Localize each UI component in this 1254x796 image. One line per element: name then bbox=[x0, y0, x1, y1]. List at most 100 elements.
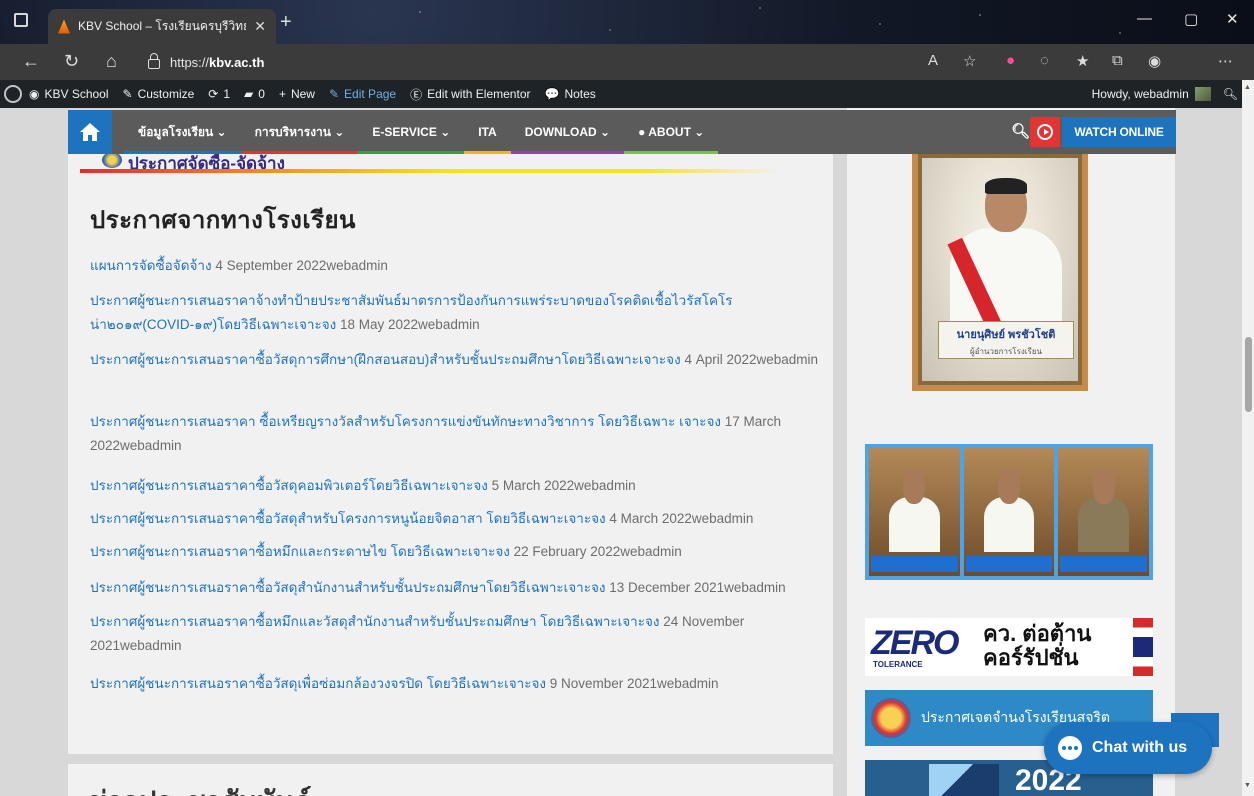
extension-icon[interactable]: ● bbox=[1006, 52, 1015, 69]
extension-2-icon[interactable]: ◌ bbox=[1040, 52, 1049, 69]
refresh-icon[interactable]: ↻ bbox=[64, 51, 79, 72]
collections-icon[interactable]: ⧉ bbox=[1112, 52, 1123, 69]
announcement-item: ประกาศผู้ชนะการเสนอราคาซื้อหมึกและกระดาษ… bbox=[90, 540, 825, 564]
minimize-icon[interactable]: — bbox=[1137, 10, 1152, 27]
announcement-link[interactable]: ประกาศผู้ชนะการเสนอราคาซื้อหมึกและกระดาษ… bbox=[90, 544, 510, 559]
chat-bubble-icon bbox=[1058, 736, 1082, 760]
wp-comments-count: 0 bbox=[258, 87, 265, 101]
page-scrollbar[interactable]: ▲ ▼ bbox=[1242, 80, 1254, 796]
site-favicon-icon bbox=[58, 19, 70, 34]
home-icon[interactable]: ⌂ bbox=[106, 51, 117, 72]
browser-titlebar: KBV School – โรงเรียนครบุรีวิทยา สำ... ✕… bbox=[0, 0, 1254, 44]
announcements-card: ประกาศจัดซื้อ-จัดจ้าง ประกาศจากทางโรงเรี… bbox=[68, 152, 833, 754]
nav-item-administration[interactable]: การบริหารงาน ⌄ bbox=[240, 110, 359, 154]
announcement-link[interactable]: ประกาศผู้ชนะการเสนอราคาซื้อวัสดุสำนักงาน… bbox=[90, 580, 606, 595]
deputy-photo bbox=[1058, 448, 1150, 576]
nav-item-download[interactable]: DOWNLOAD ⌄ bbox=[510, 110, 625, 154]
comment-icon: ▰ bbox=[244, 87, 254, 101]
director-nameplate: นายนุศิษย์ พรชัวโชติ ผู้อำนวยการโรงเรียน bbox=[938, 321, 1074, 359]
home-button[interactable] bbox=[68, 110, 112, 154]
wordpress-logo-icon[interactable] bbox=[4, 85, 22, 103]
close-window-icon[interactable]: ✕ bbox=[1226, 10, 1239, 28]
wp-admin-bar: ◉ KBV School ✎ Customize ⟳ 1 ▰ 0 + New ✎ Edit … bbox=[0, 80, 1242, 108]
announcement-item: ประกาศผู้ชนะการเสนอราคาซื้อวัสดุสำหรับโค… bbox=[90, 507, 825, 531]
announcement-link[interactable]: ประกาศผู้ชนะการเสนอราคาซื้อวัสดุการศึกษา… bbox=[90, 352, 681, 367]
announcement-meta: 4 March 2022webadmin bbox=[605, 511, 754, 526]
ita-logo-icon bbox=[929, 764, 999, 796]
announcement-meta: 13 December 2021webadmin bbox=[605, 580, 786, 595]
live-play-icon[interactable] bbox=[1030, 117, 1060, 147]
deputy-directors-image[interactable] bbox=[865, 444, 1153, 580]
watch-online-button[interactable]: WATCH ONLINE bbox=[1062, 117, 1176, 147]
thai-flag-icon bbox=[1133, 618, 1153, 676]
nav-item-school-info[interactable]: ข้อมูลโรงเรียน ⌄ bbox=[124, 110, 241, 154]
plus-icon: + bbox=[278, 87, 286, 101]
announcement-item: ประกาศผู้ชนะการเสนอราคาจ้างทำป้ายประชาสั… bbox=[90, 289, 825, 337]
close-tab-icon[interactable]: ✕ bbox=[254, 18, 266, 35]
anti-corruption-line-2: คอร์รัปชั่น bbox=[983, 645, 1079, 670]
zero-tolerance-text: TOLERANCE bbox=[873, 660, 923, 669]
nav-item-ita[interactable]: ITA bbox=[464, 110, 512, 154]
url-host: kbv.ac.th bbox=[209, 54, 265, 70]
wp-edit-page-label: Edit Page bbox=[344, 87, 397, 101]
wp-new[interactable]: + New bbox=[272, 87, 322, 101]
scrollbar-thumb[interactable] bbox=[1245, 337, 1252, 412]
pencil-icon: ✎ bbox=[328, 87, 340, 101]
announcement-link[interactable]: แผนการจัดซื้อจัดจ้าง bbox=[90, 258, 212, 273]
new-tab-icon[interactable]: + bbox=[280, 11, 292, 34]
announcement-item: ประกาศผู้ชนะการเสนอราคาซื้อวัสดุเพื่อซ่อ… bbox=[90, 672, 825, 696]
deputy-photo bbox=[963, 448, 1055, 576]
profile-avatar-icon[interactable]: ◉ bbox=[1148, 52, 1161, 70]
banner-stripe bbox=[80, 169, 780, 173]
announcement-link[interactable]: ประกาศผู้ชนะการเสนอราคาซื้อวัสดุสำหรับโค… bbox=[90, 511, 606, 526]
school-seal-icon bbox=[102, 152, 122, 168]
browser-tab[interactable]: KBV School – โรงเรียนครบุรีวิทยา สำ... ✕ bbox=[48, 9, 276, 44]
favorites-icon[interactable]: ★ bbox=[1076, 52, 1089, 70]
address-bar[interactable]: https://kbv.ac.th bbox=[148, 49, 788, 75]
announcement-link[interactable]: ประกาศผู้ชนะการเสนอราคา ซื้อเหรียญรางวัล… bbox=[90, 414, 721, 429]
sidebar: นายนุศิษย์ พรชัวโชติ ผู้อำนวยการโรงเรียน… bbox=[847, 108, 1175, 796]
wp-site-name[interactable]: ◉ KBV School bbox=[22, 87, 116, 101]
scroll-down-icon[interactable]: ▼ bbox=[1244, 782, 1251, 789]
announcement-link[interactable]: ประกาศผู้ชนะการเสนอราคาซื้อวัสดุเพื่อซ่อ… bbox=[90, 676, 546, 691]
announcement-item: ประกาศผู้ชนะการเสนอราคาซื้อหมึกและวัสดุส… bbox=[90, 610, 825, 658]
procurement-banner: ประกาศจัดซื้อ-จัดจ้าง bbox=[80, 152, 780, 174]
more-menu-icon[interactable]: ⋯ bbox=[1218, 52, 1233, 70]
user-avatar[interactable] bbox=[1194, 87, 1211, 101]
brush-icon: ✎ bbox=[122, 87, 133, 101]
wp-howdy[interactable]: Howdy, webadmin bbox=[1092, 87, 1189, 101]
wp-updates[interactable]: ⟳ 1 bbox=[201, 87, 237, 101]
announcement-link[interactable]: ประกาศผู้ชนะการเสนอราคาซื้อหมึกและวัสดุส… bbox=[90, 614, 659, 629]
tab-actions-icon[interactable] bbox=[14, 13, 28, 27]
zero-tolerance-banner[interactable]: ZERO TOLERANCE คว. ต่อต้าน คอร์รัปชั่น bbox=[865, 618, 1153, 676]
add-favorite-icon[interactable]: ☆ bbox=[963, 52, 976, 70]
wp-edit-page[interactable]: ✎ Edit Page bbox=[322, 87, 403, 101]
wp-notes[interactable]: 💬 Notes bbox=[538, 87, 603, 101]
wp-edit-elementor[interactable]: Ⓔ Edit with Elementor bbox=[403, 86, 537, 103]
nav-item-about[interactable]: ● ABOUT ⌄ bbox=[624, 110, 719, 154]
deputy-photo bbox=[869, 448, 960, 576]
main-navigation: ข้อมูลโรงเรียน ⌄ การบริหารงาน ⌄ E-SERVIC… bbox=[68, 110, 1176, 154]
scroll-up-icon[interactable]: ▲ bbox=[1244, 84, 1251, 91]
search-icon[interactable]: 🔍︎ bbox=[1011, 122, 1030, 140]
announcement-item: ประกาศผู้ชนะการเสนอราคาซื้อวัสดุการศึกษา… bbox=[90, 348, 825, 372]
announcement-item: ประกาศผู้ชนะการเสนอราคาซื้อวัสดุสำนักงาน… bbox=[90, 576, 825, 600]
director-name: นายนุศิษย์ พรชัวโชติ bbox=[956, 329, 1056, 341]
director-portrait[interactable]: นายนุศิษย์ พรชัวโชติ ผู้อำนวยการโรงเรียน bbox=[912, 148, 1088, 391]
nav-item-e-service[interactable]: E-SERVICE ⌄ bbox=[358, 110, 465, 154]
wp-comments[interactable]: ▰ 0 bbox=[237, 87, 272, 101]
announcement-link[interactable]: ประกาศผู้ชนะการเสนอราคาซื้อวัสดุคอมพิวเต… bbox=[90, 478, 488, 493]
wp-new-label: New bbox=[290, 87, 315, 101]
home-icon bbox=[80, 123, 100, 141]
announcement-meta: 18 May 2022webadmin bbox=[336, 317, 480, 332]
address-toolbar: ← ↻ ⌂ https://kbv.ac.th A ☆ ● ◌ ★ ⧉ ◉ ⋯ bbox=[0, 44, 1254, 80]
announcement-item: ประกาศผู้ชนะการเสนอราคาซื้อวัสดุคอมพิวเต… bbox=[90, 474, 825, 498]
dashboard-icon: ◉ bbox=[29, 87, 40, 101]
wp-customize[interactable]: ✎ Customize bbox=[116, 87, 202, 101]
back-icon[interactable]: ← bbox=[22, 51, 40, 72]
chat-with-us-button[interactable]: Chat with us bbox=[1044, 722, 1212, 774]
maximize-icon[interactable]: ▢ bbox=[1184, 10, 1198, 28]
read-aloud-icon[interactable]: A bbox=[928, 52, 938, 69]
wp-search-icon[interactable]: 🔍︎ bbox=[1223, 87, 1238, 101]
notes-icon: 💬 bbox=[544, 87, 560, 101]
